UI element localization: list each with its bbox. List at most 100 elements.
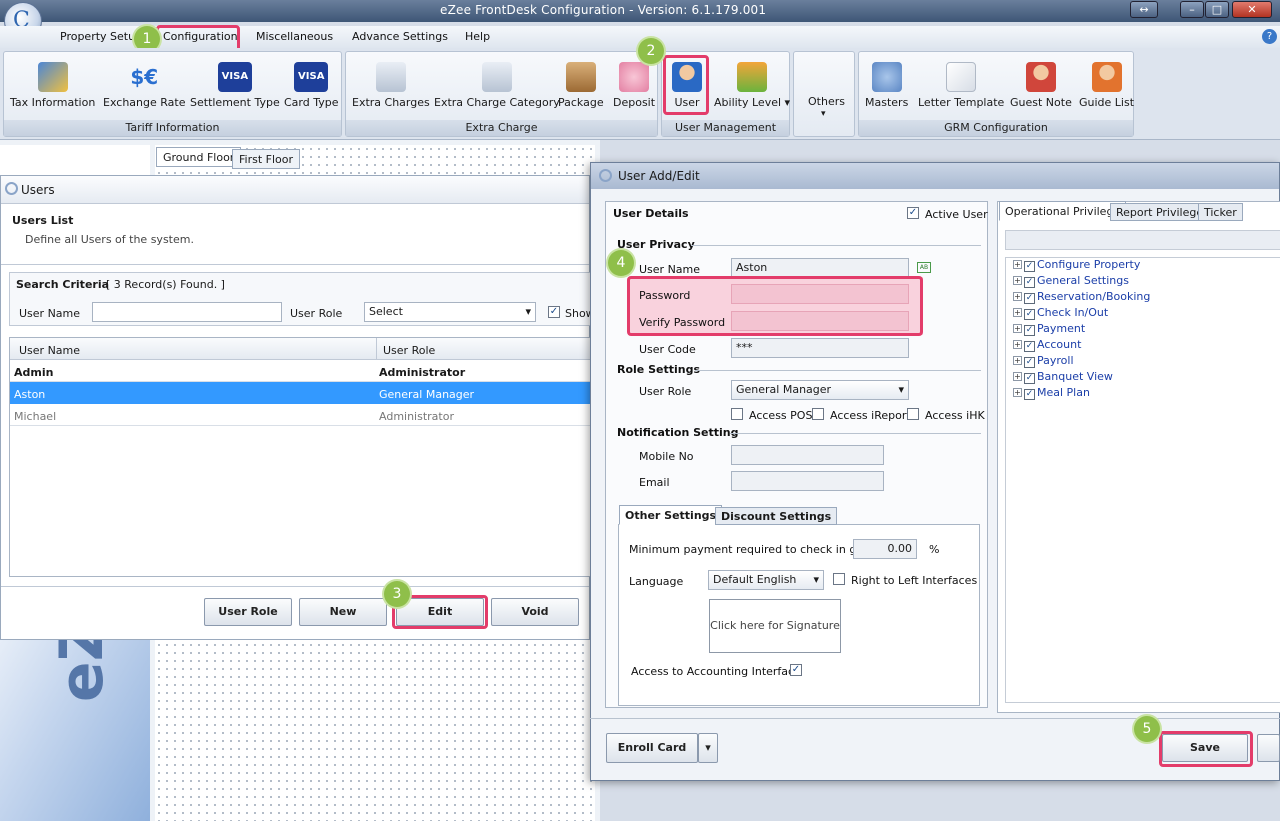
- privilege-item[interactable]: + ✓ Meal Plan: [1013, 386, 1090, 400]
- privilege-item[interactable]: + ✓ Banquet View: [1013, 370, 1113, 384]
- tab-operational-privilege[interactable]: Operational Privilege: [999, 201, 1127, 221]
- privilege-checkbox[interactable]: ✓: [1024, 341, 1035, 352]
- deposit-label: Deposit: [613, 96, 656, 109]
- accounting-interface-checkbox[interactable]: ✓: [790, 664, 802, 676]
- privilege-checkbox[interactable]: ✓: [1024, 261, 1035, 272]
- expand-icon[interactable]: +: [1013, 340, 1022, 349]
- table-row-selected[interactable]: Aston General Manager: [10, 382, 590, 404]
- ability-level-button[interactable]: Ability Level ▾: [714, 62, 790, 109]
- show-checkbox[interactable]: ✓: [548, 306, 560, 318]
- privilege-checkbox[interactable]: ✓: [1024, 373, 1035, 384]
- language-select[interactable]: Default English ▾: [708, 570, 824, 590]
- minimize-button[interactable]: –: [1180, 1, 1204, 18]
- user-code-input[interactable]: ***: [731, 338, 909, 358]
- privilege-checkbox[interactable]: ✓: [1024, 277, 1035, 288]
- active-user-checkbox[interactable]: ✓: [907, 207, 919, 219]
- new-button[interactable]: New: [299, 598, 387, 626]
- extra-charge-category-button[interactable]: Extra Charge Category: [434, 62, 560, 109]
- privilege-item[interactable]: + ✓ Check In/Out: [1013, 306, 1108, 320]
- guide-list-button[interactable]: Guide List: [1079, 62, 1134, 109]
- rtl-checkbox[interactable]: [833, 573, 845, 585]
- expand-icon[interactable]: +: [1013, 260, 1022, 269]
- privilege-checkbox[interactable]: ✓: [1024, 293, 1035, 304]
- privilege-item[interactable]: + ✓ Payment: [1013, 322, 1085, 336]
- ability-level-label: Ability Level: [714, 96, 782, 109]
- resize-icon[interactable]: ↔: [1130, 1, 1158, 18]
- tab-ground-floor[interactable]: Ground Floor: [156, 147, 242, 167]
- privilege-checkbox[interactable]: ✓: [1024, 389, 1035, 400]
- letter-template-label: Letter Template: [918, 96, 1005, 109]
- chevron-down-icon: ▾: [784, 96, 791, 109]
- access-ihk-checkbox[interactable]: [907, 408, 919, 420]
- visa-card-icon: VISA: [294, 62, 329, 92]
- privilege-checkbox[interactable]: ✓: [1024, 357, 1035, 368]
- search-user-name-input[interactable]: [92, 302, 282, 322]
- tab-report-privilege[interactable]: Report Privilege: [1110, 203, 1210, 221]
- privilege-checkbox[interactable]: ✓: [1024, 309, 1035, 320]
- column-user-role[interactable]: User Role: [383, 344, 435, 357]
- privilege-item[interactable]: + ✓ Configure Property: [1013, 258, 1140, 272]
- table-row[interactable]: Admin Administrator: [10, 360, 590, 382]
- letter-template-button[interactable]: Letter Template: [918, 62, 1004, 109]
- tax-information-button[interactable]: Tax Information: [10, 62, 95, 109]
- min-payment-input[interactable]: 0.00: [853, 539, 917, 559]
- card-type-button[interactable]: VISA Card Type: [284, 62, 339, 109]
- tab-ticker[interactable]: Ticker: [1198, 203, 1243, 221]
- maximize-button[interactable]: □: [1205, 1, 1229, 18]
- keyboard-icon[interactable]: AB: [917, 262, 931, 273]
- tab-discount-settings[interactable]: Discount Settings: [715, 507, 838, 525]
- menu-advance-settings[interactable]: Advance Settings: [352, 30, 448, 43]
- cancel-button-partial[interactable]: [1257, 734, 1280, 762]
- menu-miscellaneous[interactable]: Miscellaneous: [256, 30, 333, 43]
- signature-box[interactable]: Click here for Signature: [709, 599, 841, 653]
- mobile-no-input[interactable]: [731, 445, 884, 465]
- expand-icon[interactable]: +: [1013, 292, 1022, 301]
- menu-help[interactable]: Help: [465, 30, 490, 43]
- privilege-checkbox[interactable]: ✓: [1024, 325, 1035, 336]
- void-button[interactable]: Void: [491, 598, 579, 626]
- close-button[interactable]: ✕: [1232, 1, 1272, 18]
- help-icon[interactable]: ?: [1262, 29, 1277, 44]
- menu-property-setup[interactable]: Property Setup: [60, 30, 142, 43]
- settlement-type-button[interactable]: VISA Settlement Type: [190, 62, 280, 109]
- user-role-select[interactable]: Select ▾: [364, 302, 536, 322]
- expand-icon[interactable]: +: [1013, 276, 1022, 285]
- expand-icon[interactable]: +: [1013, 356, 1022, 365]
- privilege-item[interactable]: + ✓ Payroll: [1013, 354, 1074, 368]
- cell-user-name: Aston: [14, 388, 46, 401]
- access-ireport-checkbox[interactable]: [812, 408, 824, 420]
- ribbon: Tax Information $€ Exchange Rate VISA Sett…: [0, 48, 1280, 140]
- privilege-item[interactable]: + ✓ Account: [1013, 338, 1081, 352]
- user-role-button[interactable]: User Role: [204, 598, 292, 626]
- privilege-filter-bar[interactable]: [1005, 230, 1280, 250]
- dialog-user-role-select[interactable]: General Manager ▾: [731, 380, 909, 400]
- search-criteria-box: Search Criteria [ 3 Record(s) Found. ] U…: [9, 272, 595, 326]
- email-input[interactable]: [731, 471, 884, 491]
- privilege-item[interactable]: + ✓ General Settings: [1013, 274, 1129, 288]
- enroll-card-button[interactable]: Enroll Card: [606, 733, 698, 763]
- privilege-label: Configure Property: [1037, 258, 1141, 271]
- masters-button[interactable]: Masters: [865, 62, 908, 109]
- expand-icon[interactable]: +: [1013, 388, 1022, 397]
- expand-icon[interactable]: +: [1013, 372, 1022, 381]
- others-button[interactable]: Others ▾: [793, 51, 855, 137]
- user-name-input[interactable]: Aston: [731, 258, 909, 278]
- access-pos-checkbox[interactable]: [731, 408, 743, 420]
- package-button[interactable]: Package: [558, 62, 604, 109]
- enroll-card-dropdown[interactable]: ▾: [698, 733, 718, 763]
- table-row[interactable]: Michael Administrator: [10, 404, 590, 426]
- exchange-rate-button[interactable]: $€ Exchange Rate: [103, 62, 185, 109]
- column-user-name[interactable]: User Name: [19, 344, 80, 357]
- guest-note-button[interactable]: Guest Note: [1010, 62, 1072, 109]
- deposit-button[interactable]: Deposit: [613, 62, 655, 109]
- extra-charges-button[interactable]: Extra Charges: [352, 62, 430, 109]
- expand-icon[interactable]: +: [1013, 324, 1022, 333]
- card-type-label: Card Type: [284, 96, 339, 109]
- user-privacy-heading: User Privacy: [617, 238, 695, 251]
- expand-icon[interactable]: +: [1013, 308, 1022, 317]
- dialog-title: User Add/Edit: [618, 169, 700, 183]
- guide-list-icon: [1091, 62, 1122, 92]
- tab-other-settings[interactable]: Other Settings: [619, 505, 723, 525]
- privilege-item[interactable]: + ✓ Reservation/Booking: [1013, 290, 1150, 304]
- tab-first-floor[interactable]: First Floor: [232, 149, 301, 169]
